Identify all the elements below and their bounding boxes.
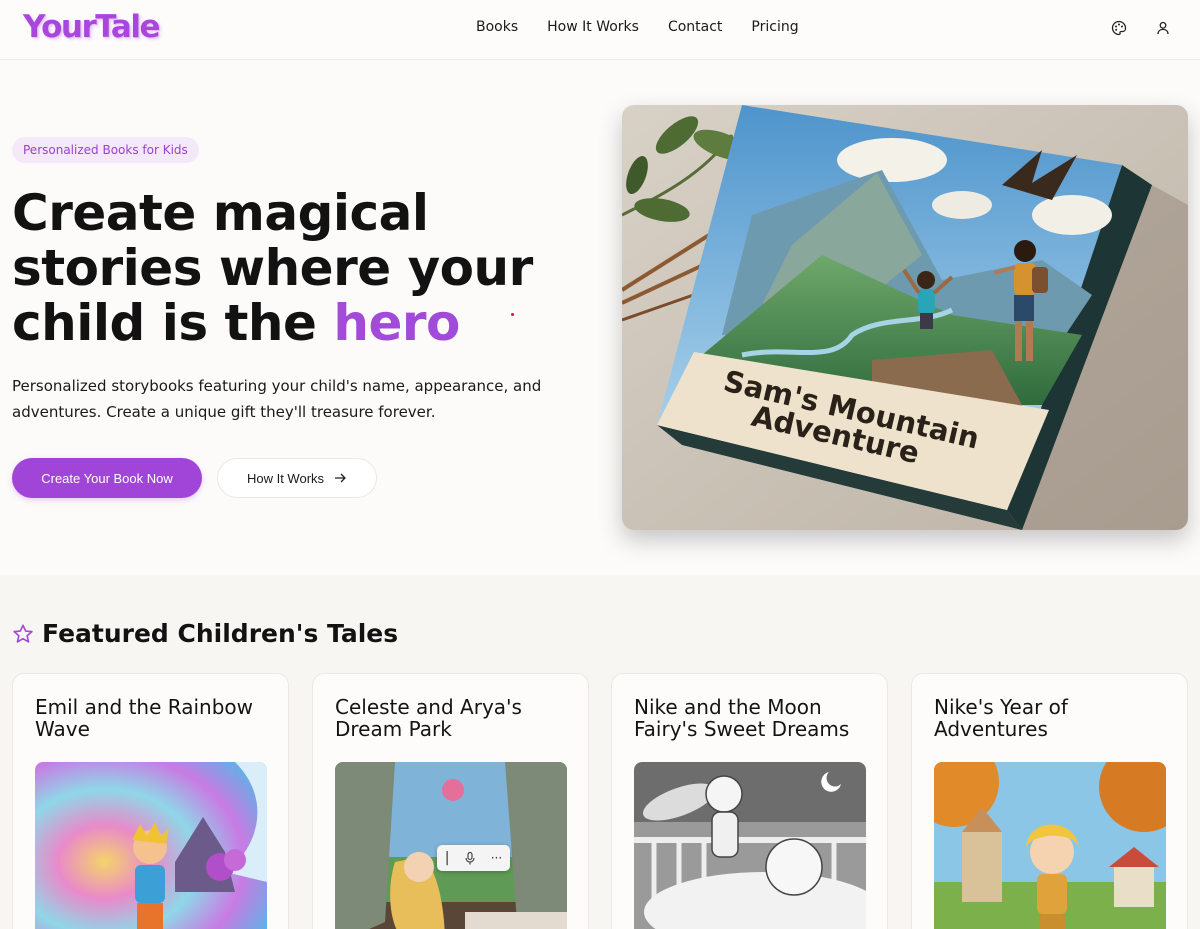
story-card[interactable]: Emil and the Rainbow Wave [12, 673, 289, 929]
nav-contact[interactable]: Contact [668, 19, 722, 35]
floating-toolbar: | ··· [437, 845, 510, 871]
how-it-works-button[interactable]: How It Works [217, 458, 377, 498]
hero-title-line2: stories where your [12, 239, 533, 297]
story-card[interactable]: Nike and the Moon Fairy's Sweet Dreams [611, 673, 888, 929]
text-cursor-icon[interactable]: | [445, 850, 450, 866]
user-icon[interactable] [1155, 20, 1171, 36]
hero-badge: Personalized Books for Kids [12, 137, 199, 163]
hero-title-accent: hero [333, 294, 460, 352]
logo[interactable]: YourTale [23, 9, 160, 45]
story-card[interactable]: Nike's Year of Adventures [911, 673, 1188, 929]
hero-title-line3: child is the [12, 294, 334, 352]
hero-title-line1: Create magical [12, 184, 429, 242]
nav-pricing[interactable]: Pricing [751, 19, 798, 35]
story-card-image [634, 762, 866, 929]
arrow-right-icon [335, 473, 346, 483]
nav-how-it-works[interactable]: How It Works [547, 19, 639, 35]
hero-description: Personalized storybooks featuring your c… [12, 377, 542, 421]
main-nav: Books How It Works Contact Pricing [476, 19, 799, 35]
palette-icon[interactable] [1111, 20, 1127, 36]
story-card-image [35, 762, 267, 929]
microphone-icon[interactable] [465, 851, 475, 865]
featured-title: Featured Children's Tales [12, 619, 398, 648]
create-book-label: Create Your Book Now [41, 470, 173, 486]
story-card-title: Celeste and Arya's Dream Park [335, 695, 522, 741]
story-card-image [934, 762, 1166, 929]
story-card-title: Emil and the Rainbow Wave [35, 695, 253, 741]
nav-books[interactable]: Books [476, 19, 518, 35]
featured-title-text: Featured Children's Tales [42, 619, 399, 648]
stray-dot [511, 313, 514, 316]
more-options-icon[interactable]: ··· [491, 851, 502, 865]
hero-title: Create magical stories where your child … [12, 186, 572, 351]
story-card-title: Nike and the Moon Fairy's Sweet Dreams [634, 695, 850, 741]
how-it-works-label: How It Works [246, 470, 325, 486]
site-header: YourTale Books How It Works Contact Pric… [0, 0, 1200, 60]
create-book-button[interactable]: Create Your Book Now [12, 458, 202, 498]
star-icon [13, 623, 33, 643]
hero-book-image: Sam's Mountain Adventure [622, 105, 1188, 530]
story-card[interactable]: Celeste and Arya's Dream Park [312, 673, 589, 929]
story-card-title: Nike's Year of Adventures [934, 695, 1068, 741]
